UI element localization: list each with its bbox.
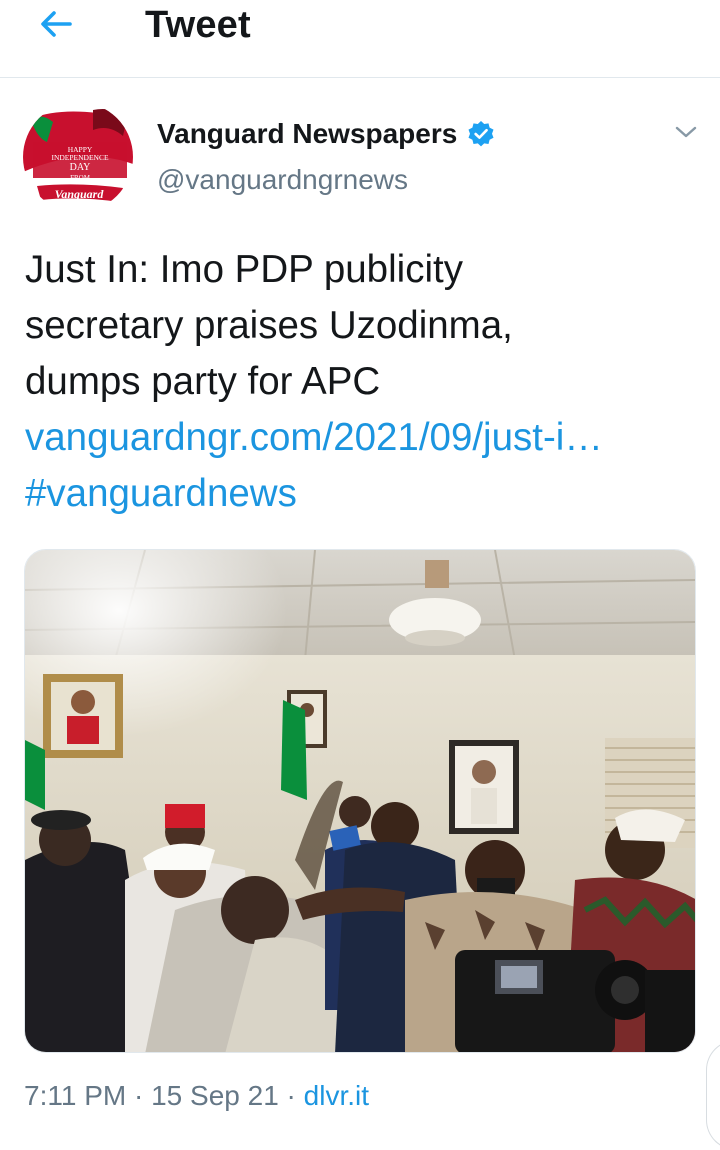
- tweet-link[interactable]: vanguardngr.com/2021/09/just-i…: [25, 410, 705, 466]
- svg-text:Vanguard: Vanguard: [55, 187, 105, 201]
- chevron-down-icon: [675, 126, 697, 138]
- verified-badge-icon: [468, 121, 494, 147]
- author-name-row[interactable]: Vanguard Newspapers: [157, 114, 495, 154]
- page-title: Tweet: [145, 4, 251, 46]
- tweet-time: 7:11 PM: [24, 1080, 127, 1111]
- author-handle[interactable]: @vanguardngrnews: [157, 164, 408, 196]
- tweet-date: 15 Sep 21: [151, 1080, 279, 1111]
- tweet-photo[interactable]: [24, 549, 696, 1053]
- avatar[interactable]: HAPPY INDEPENDENCE DAY FROM Vanguard: [23, 102, 133, 212]
- tweet-photo-image: [25, 550, 695, 1052]
- hashtag-link[interactable]: #vanguardnews: [25, 466, 705, 522]
- tweet-text: Just In: Imo PDP publicity secretary pra…: [25, 242, 705, 522]
- arrow-left-icon: [41, 11, 72, 37]
- edge-scroll-handle[interactable]: [706, 1040, 720, 1150]
- tweet-source-link[interactable]: dlvr.it: [304, 1080, 369, 1111]
- back-button[interactable]: [28, 4, 84, 44]
- meta-separator: ·: [133, 1080, 144, 1111]
- tweet-text-line: secretary praises Uzodinma,: [25, 304, 513, 347]
- more-options-button[interactable]: [668, 118, 704, 146]
- svg-text:DAY: DAY: [70, 162, 91, 173]
- author-display-name[interactable]: Vanguard Newspapers: [157, 118, 457, 150]
- top-bar: Tweet: [0, 0, 720, 78]
- tweet-text-line: dumps party for APC: [25, 360, 381, 403]
- svg-text:FROM: FROM: [70, 174, 91, 182]
- svg-text:INDEPENDENCE: INDEPENDENCE: [51, 153, 108, 162]
- tweet-meta: 7:11 PM · 15 Sep 21 · dlvr.it: [24, 1080, 369, 1112]
- meta-separator: ·: [286, 1080, 296, 1111]
- tweet-text-line: Just In: Imo PDP publicity: [25, 248, 463, 291]
- vanguard-independence-logo: HAPPY INDEPENDENCE DAY FROM Vanguard: [23, 102, 133, 212]
